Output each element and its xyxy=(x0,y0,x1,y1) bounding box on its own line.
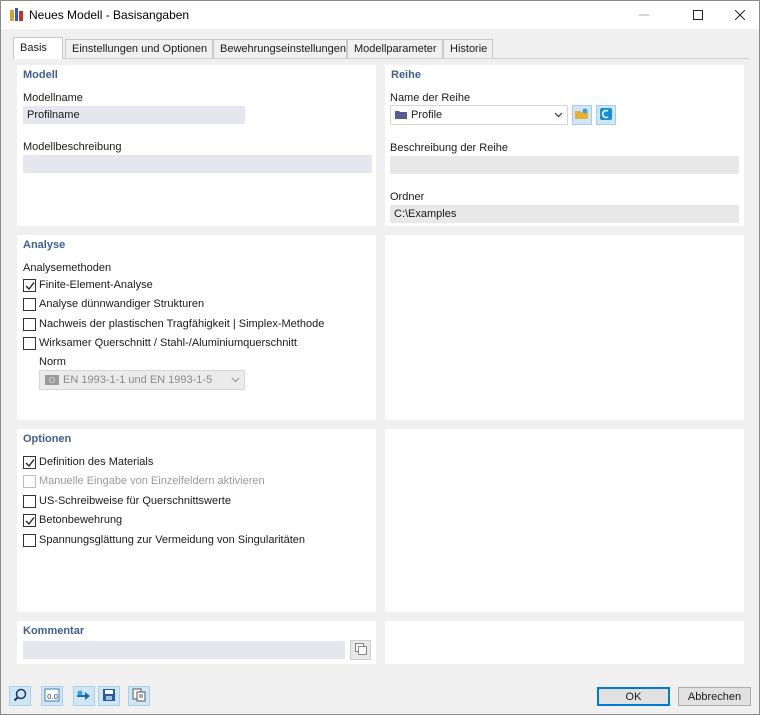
folder-icon xyxy=(395,109,407,123)
norm-label: Norm xyxy=(39,356,66,368)
kommentar-copy-button[interactable] xyxy=(350,640,371,660)
help-button[interactable] xyxy=(9,686,31,706)
us-schreibweise-checkbox[interactable] xyxy=(23,495,36,508)
copy-icon xyxy=(354,642,367,658)
cancel-button[interactable]: Abbrechen xyxy=(678,687,751,706)
spannungsglaettung-label: Spannungsglättung zur Vermeidung von Sin… xyxy=(39,534,306,546)
new-folder-icon xyxy=(575,108,589,123)
wirksam-label: Wirksamer Querschnitt / Stahl-/Aluminium… xyxy=(39,337,297,349)
plastisch-checkbox[interactable] xyxy=(23,318,36,331)
reihe-name-label: Name der Reihe xyxy=(390,92,471,104)
app-icon xyxy=(9,7,25,23)
duennwandig-label: Analyse dünnwandiger Strukturen xyxy=(39,298,205,310)
duennwandig-checkbox[interactable] xyxy=(23,298,36,311)
new-series-button[interactable] xyxy=(572,105,592,125)
refresh-icon xyxy=(599,107,613,124)
transfer-icon xyxy=(76,688,92,705)
title-bar: Neues Modell - Basisangaben xyxy=(1,1,759,29)
tab-basis[interactable]: Basis xyxy=(13,37,63,59)
tab-historie[interactable]: Historie xyxy=(443,39,493,59)
modellname-label: Modellname xyxy=(23,92,83,104)
maximize-button[interactable] xyxy=(675,1,721,29)
ordner-label: Ordner xyxy=(390,191,425,203)
optionen-panel: Optionen Definition des Materials Manuel… xyxy=(17,429,376,612)
wirksam-checkbox[interactable] xyxy=(23,337,36,350)
fe-analyse-checkbox[interactable] xyxy=(23,279,36,292)
kommentar-title: Kommentar xyxy=(23,625,85,637)
kommentar-right-panel xyxy=(385,621,744,664)
optionen-right-panel xyxy=(385,429,744,612)
document-icon xyxy=(132,688,146,705)
modell-title: Modell xyxy=(23,69,58,81)
manuell-checkbox[interactable] xyxy=(23,475,36,488)
window-title: Neues Modell - Basisangaben xyxy=(29,8,190,22)
ordner-input[interactable]: C:\Examples xyxy=(390,205,739,223)
help-search-icon xyxy=(13,688,27,705)
analysemethoden-label: Analysemethoden xyxy=(23,262,112,274)
norm-select[interactable]: EN 1993-1-1 und EN 1993-1-5 xyxy=(39,370,245,390)
norm-chevron-down-icon xyxy=(231,375,240,387)
optionen-title: Optionen xyxy=(23,433,72,445)
norm-flag-icon xyxy=(45,375,59,388)
reihe-desc-label: Beschreibung der Reihe xyxy=(390,142,509,154)
reihe-select-value: Profile xyxy=(411,109,443,121)
save-template-button[interactable] xyxy=(98,686,120,706)
close-button[interactable] xyxy=(717,1,760,29)
dialog-window: Neues Modell - Basisangaben Basis Einste… xyxy=(0,0,760,715)
load-template-button[interactable] xyxy=(128,686,150,706)
tab-modellparameter[interactable]: Modellparameter xyxy=(347,39,443,59)
material-checkbox[interactable] xyxy=(23,456,36,469)
kommentar-input[interactable] xyxy=(23,641,345,659)
material-label: Definition des Materials xyxy=(39,456,154,468)
refresh-series-button[interactable] xyxy=(596,105,616,125)
reihe-title: Reihe xyxy=(391,69,421,81)
manuell-label: Manuelle Eingabe von Einzelfeldern aktiv… xyxy=(39,475,265,487)
tab-bewehrung[interactable]: Bewehrungseinstellungen xyxy=(213,39,347,59)
betonbewehrung-checkbox[interactable] xyxy=(23,514,36,527)
ok-button[interactable]: OK xyxy=(597,687,670,706)
betonbewehrung-label: Betonbewehrung xyxy=(39,514,123,526)
transfer-button[interactable] xyxy=(73,686,95,706)
save-icon xyxy=(102,688,116,705)
us-schreibweise-label: US-Schreibweise für Querschnittswerte xyxy=(39,495,231,507)
modellname-input[interactable]: Profilname xyxy=(23,106,245,124)
units-icon: 0.0 xyxy=(44,688,60,705)
modellbeschreibung-input[interactable] xyxy=(23,155,372,173)
modellbeschreibung-label: Modellbeschreibung xyxy=(23,141,122,153)
analyse-right-panel xyxy=(385,235,744,420)
norm-select-value: EN 1993-1-1 und EN 1993-1-5 xyxy=(63,374,213,386)
tab-einstellungen[interactable]: Einstellungen und Optionen xyxy=(65,39,213,59)
reihe-panel: Reihe Name der Reihe Profile Beschreibun… xyxy=(385,65,744,226)
chevron-down-icon xyxy=(554,110,563,122)
modell-panel: Modell Modellname Profilname Modellbesch… xyxy=(17,65,376,226)
units-button[interactable]: 0.0 xyxy=(41,686,63,706)
tab-content: Modell Modellname Profilname Modellbesch… xyxy=(13,58,749,673)
reihe-select[interactable]: Profile xyxy=(390,105,568,125)
minimize-button[interactable] xyxy=(621,1,667,29)
kommentar-panel: Kommentar xyxy=(17,621,376,664)
plastisch-label: Nachweis der plastischen Tragfähigkeit |… xyxy=(39,318,325,330)
svg-text:0.0: 0.0 xyxy=(47,693,58,701)
analyse-panel: Analyse Analysemethoden Finite-Element-A… xyxy=(17,235,376,420)
spannungsglaettung-checkbox[interactable] xyxy=(23,534,36,547)
analyse-title: Analyse xyxy=(23,239,66,251)
reihe-desc-input[interactable] xyxy=(390,156,739,174)
fe-analyse-label: Finite-Element-Analyse xyxy=(39,279,153,291)
